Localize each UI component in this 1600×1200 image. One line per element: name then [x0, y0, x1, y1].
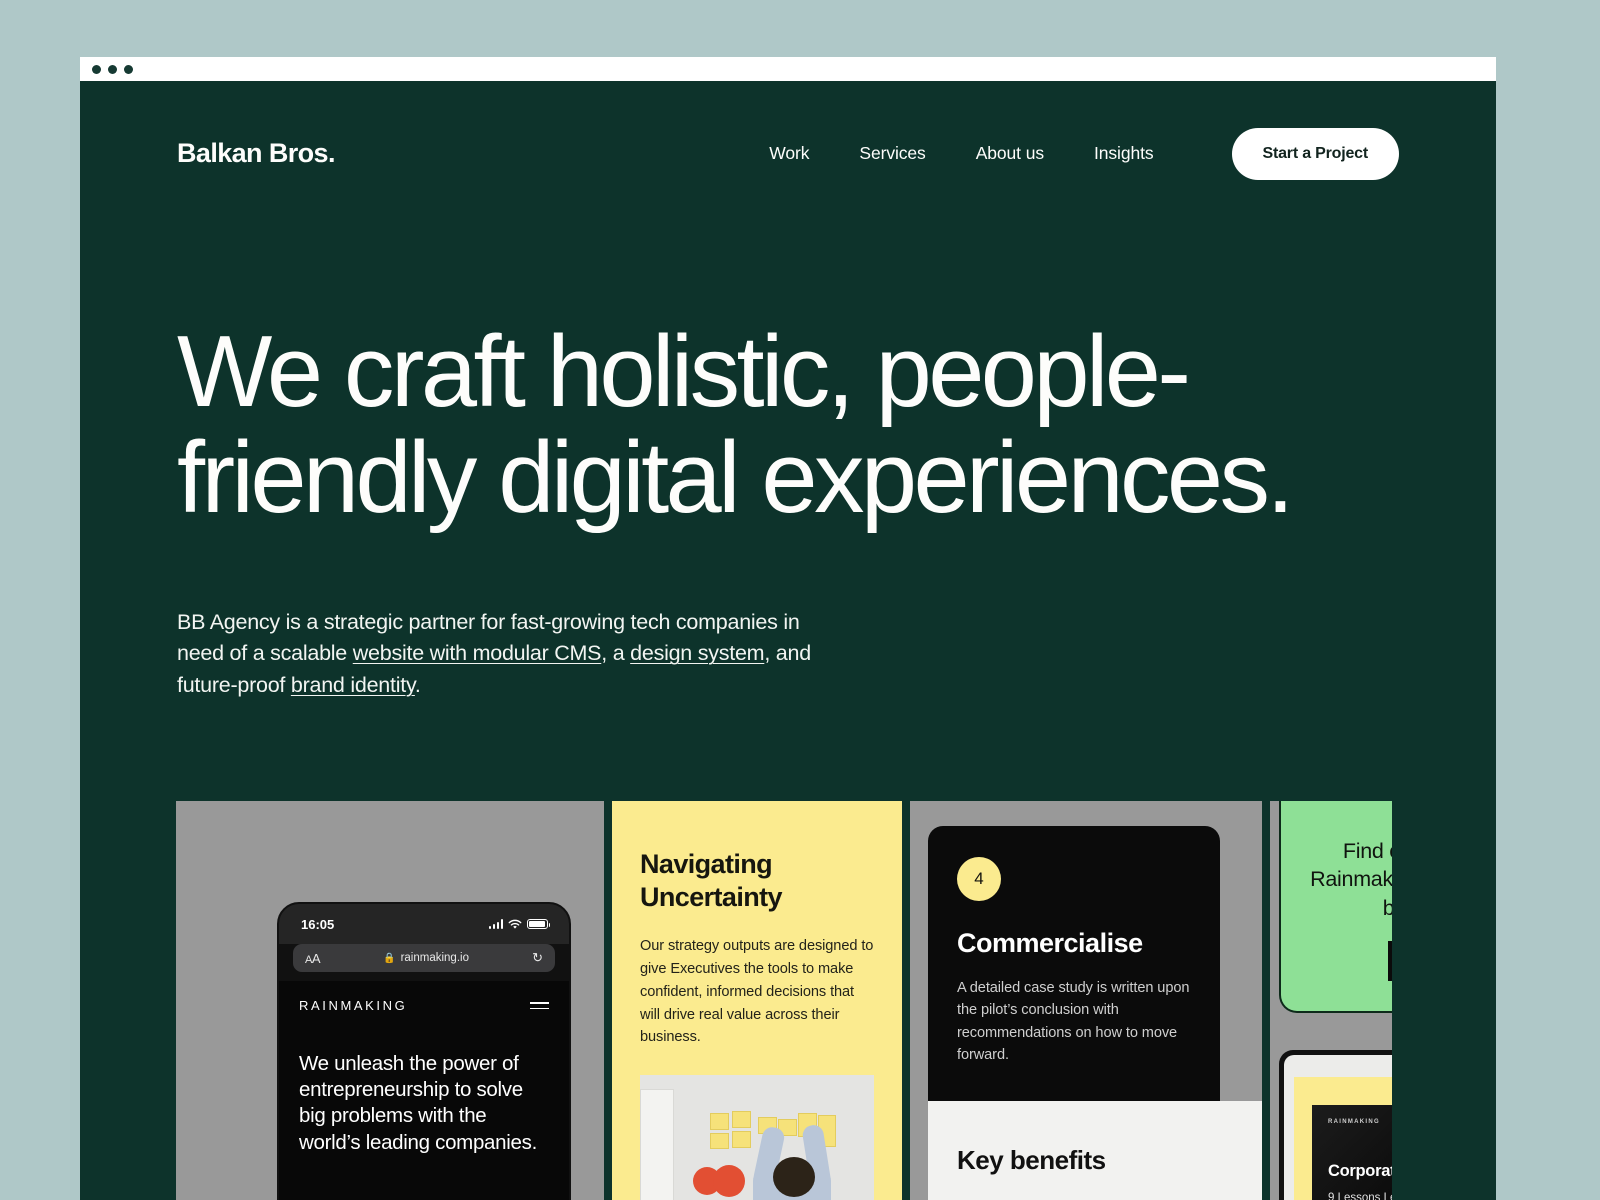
lock-icon: 🔒 [383, 952, 396, 964]
phone-status-bar: 16:05 [279, 904, 569, 944]
text-size-icon[interactable]: AA [305, 951, 321, 966]
tablet-rainmaking-logo: RAINMAKING [1328, 1119, 1380, 1125]
showcase-card-right[interactable]: Find out how with Rainmaking you achieve… [1270, 801, 1392, 1200]
showcase-card-yellow[interactable]: Navigating Uncertainty Our strategy outp… [612, 801, 902, 1200]
maximize-dot[interactable] [124, 64, 133, 74]
green-cta-card: Find out how with Rainmaking you achieve… [1279, 801, 1392, 1013]
link-design-system[interactable]: design system [630, 641, 764, 665]
primary-nav: Work Services About us Insights Start a … [769, 127, 1399, 180]
hero-headline: We craft holistic, people-friendly digit… [177, 316, 1294, 535]
hero-subtext-part2: , a [601, 641, 631, 666]
link-brand-identity[interactable]: brand identity [291, 673, 415, 697]
photo-sticky-note [732, 1111, 751, 1129]
phone-screen: RAINMAKING We unleash the power of entre… [279, 981, 569, 1200]
brand-logo[interactable]: Balkan Bros. [177, 138, 335, 169]
phone-hero-copy: We unleash the power of entrepreneurship… [299, 1052, 537, 1154]
site-viewport: Balkan Bros. Work Services About us Insi… [80, 81, 1496, 1200]
yellow-card-title: Navigating Uncertainty [640, 849, 783, 913]
nav-item-work[interactable]: Work [769, 143, 809, 164]
phone-brand-row: RAINMAKING [299, 998, 549, 1013]
phone-url-bar[interactable]: AA 🔒 rainmaking.io ↻ [293, 944, 555, 972]
link-website-with-modular-cms[interactable]: website with modular CMS [353, 641, 602, 665]
nav-item-about-us[interactable]: About us [976, 143, 1044, 164]
nav-item-services[interactable]: Services [859, 143, 925, 164]
minimize-dot[interactable] [108, 64, 117, 74]
hamburger-menu-icon[interactable] [530, 1001, 549, 1010]
dark-card-body: A detailed case study is written upon th… [957, 980, 1190, 1063]
photo-dot [713, 1165, 745, 1198]
tablet-article-subtitle: 9 Lessons Learned: A G [1328, 1192, 1392, 1200]
phone-mockup: 16:05 AA 🔒 rainmaking.io ↻ RAINMAKING We… [277, 902, 571, 1200]
key-benefits-title: Key benefits [957, 1145, 1106, 1175]
tablet-mockup: RAINMAKING Corporate–Startup 9 Lessons L… [1279, 1050, 1392, 1200]
wifi-icon [508, 919, 522, 929]
hero-subtext-part4: . [414, 672, 421, 697]
tablet-yellow-frame: RAINMAKING Corporate–Startup 9 Lessons L… [1294, 1077, 1392, 1200]
battery-icon [527, 919, 550, 929]
phone-status-icons [488, 919, 550, 930]
tablet-article-cover: RAINMAKING Corporate–Startup 9 Lessons L… [1312, 1105, 1392, 1200]
showcase-card-phone[interactable]: 16:05 AA 🔒 rainmaking.io ↻ RAINMAKING We… [176, 801, 604, 1200]
green-card-heading: Find out how with Rainmaking you achieve… [1310, 839, 1392, 920]
hero-subtext: BB Agency is a strategic partner for fas… [177, 607, 837, 701]
step-number-badge: 4 [957, 857, 1001, 901]
key-benefits-panel: Key benefits [928, 1101, 1262, 1200]
phone-url-value: rainmaking.io [400, 952, 469, 964]
photo-person-head [773, 1157, 815, 1198]
reload-icon[interactable]: ↻ [532, 950, 543, 966]
tablet-article-title: Corporate–Startup [1328, 1162, 1392, 1180]
yellow-card-body: Our strategy outputs are designed to giv… [640, 938, 874, 1046]
phone-url-text[interactable]: 🔒 rainmaking.io [320, 952, 532, 964]
close-dot[interactable] [92, 64, 101, 74]
showcase-grid: 16:05 AA 🔒 rainmaking.io ↻ RAINMAKING We… [176, 801, 1392, 1200]
workshop-photo [640, 1075, 874, 1200]
photo-door [640, 1089, 674, 1200]
phone-status-time: 16:05 [301, 916, 335, 932]
dark-card-title: Commercialise [957, 928, 1143, 958]
hero-section: We craft holistic, people-friendly digit… [177, 319, 1397, 701]
get-started-button[interactable]: Get [1387, 941, 1392, 982]
start-a-project-button[interactable]: Start a Project [1231, 127, 1399, 180]
showcase-card-dark[interactable]: 4 Commercialise A detailed case study is… [910, 801, 1262, 1200]
rainmaking-logo: RAINMAKING [299, 998, 408, 1013]
browser-titlebar [80, 57, 1496, 81]
photo-sticky-note [710, 1113, 729, 1131]
photo-sticky-note [710, 1133, 729, 1150]
photo-sticky-note [732, 1131, 751, 1149]
tablet-screen: RAINMAKING Corporate–Startup 9 Lessons L… [1284, 1055, 1392, 1200]
signal-icon [488, 919, 503, 929]
site-header: Balkan Bros. Work Services About us Insi… [80, 81, 1496, 226]
nav-item-insights[interactable]: Insights [1094, 143, 1154, 164]
browser-window: Balkan Bros. Work Services About us Insi… [80, 57, 1496, 1200]
